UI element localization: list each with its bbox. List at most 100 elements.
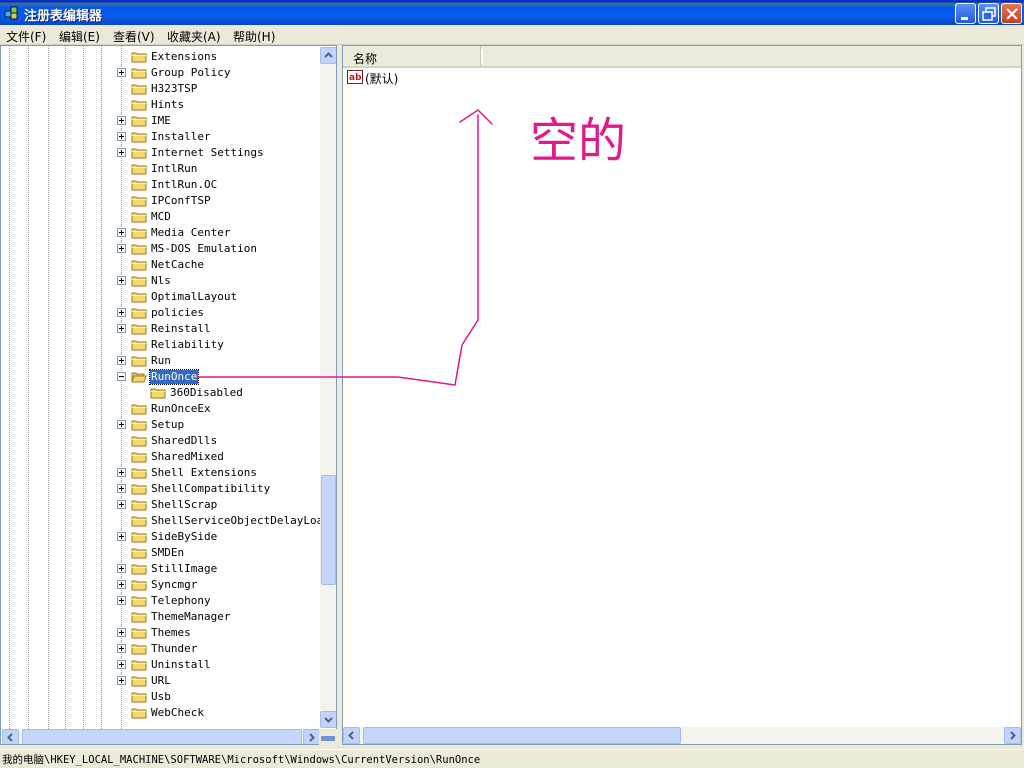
tree-item[interactable]: Uninstall bbox=[1, 657, 321, 673]
tree-item[interactable]: MCD bbox=[1, 209, 321, 225]
tree-item[interactable]: WebCheck bbox=[1, 705, 321, 721]
expand-toggle-icon[interactable] bbox=[117, 484, 126, 493]
tree-item[interactable]: Reinstall bbox=[1, 321, 321, 337]
tree-item[interactable]: ShellServiceObjectDelayLoad bbox=[1, 513, 330, 529]
tree-item[interactable]: Syncmgr bbox=[1, 577, 321, 593]
expand-toggle-icon[interactable] bbox=[117, 244, 126, 253]
key-tree[interactable]: Extensions Group Policy H323TSP Hints IME Ins… bbox=[0, 45, 337, 745]
expand-toggle-icon[interactable] bbox=[117, 500, 126, 509]
folder-icon bbox=[131, 68, 147, 79]
menu-help[interactable]: 帮助(H) bbox=[233, 28, 275, 45]
tree-item[interactable]: OptimalLayout bbox=[1, 289, 321, 305]
tree-item[interactable]: IntlRun.OC bbox=[1, 177, 321, 193]
status-path: 我的电脑\HKEY_LOCAL_MACHINE\SOFTWARE\Microso… bbox=[2, 754, 481, 766]
expand-toggle-icon[interactable] bbox=[117, 564, 126, 573]
restore-button[interactable] bbox=[978, 3, 999, 24]
tree-item[interactable]: IPConfTSP bbox=[1, 193, 321, 209]
menu-view[interactable]: 查看(V) bbox=[113, 28, 155, 45]
menu-edit[interactable]: 编辑(E) bbox=[59, 28, 100, 45]
close-button[interactable] bbox=[1001, 3, 1022, 24]
expand-toggle-icon[interactable] bbox=[117, 468, 126, 477]
scroll-thumb[interactable] bbox=[321, 475, 336, 585]
minimize-button[interactable] bbox=[955, 3, 976, 24]
expand-toggle-icon[interactable] bbox=[117, 596, 126, 605]
expand-toggle-icon[interactable] bbox=[117, 228, 126, 237]
tree-item[interactable]: Telephony bbox=[1, 593, 321, 609]
tree-item-label: SideBySide bbox=[151, 530, 218, 543]
tree-item[interactable]: SMDEn bbox=[1, 545, 321, 561]
menu-bar: 文件(F) 编辑(E) 查看(V) 收藏夹(A) 帮助(H) bbox=[0, 25, 1024, 45]
tree-item[interactable]: Internet Settings bbox=[1, 145, 321, 161]
tree-item-label: NetCache bbox=[151, 258, 204, 271]
tree-item[interactable]: Group Policy bbox=[1, 65, 321, 81]
tree-item[interactable]: ThemeManager bbox=[1, 609, 321, 625]
tree-item[interactable]: Shell Extensions bbox=[1, 465, 321, 481]
expand-toggle-icon[interactable] bbox=[117, 660, 126, 669]
expand-toggle-icon[interactable] bbox=[117, 356, 126, 365]
collapse-toggle-icon[interactable] bbox=[117, 372, 126, 381]
tree-item-label: ThemeManager bbox=[151, 610, 231, 623]
menu-favorites[interactable]: 收藏夹(A) bbox=[167, 28, 221, 45]
tree-item[interactable]: IntlRun bbox=[1, 161, 321, 177]
tree-item[interactable]: RunOnceEx bbox=[1, 401, 321, 417]
tree-item[interactable]: 360Disabled bbox=[1, 385, 321, 401]
tree-item[interactable]: SharedMixed bbox=[1, 449, 321, 465]
list-scroll-left-button[interactable] bbox=[343, 727, 360, 744]
list-scroll-right-button[interactable] bbox=[1004, 727, 1021, 744]
folder-icon bbox=[131, 116, 147, 127]
expand-toggle-icon[interactable] bbox=[117, 532, 126, 541]
tree-item[interactable]: Thunder bbox=[1, 641, 321, 657]
tree-horizontal-scrollbar[interactable] bbox=[2, 729, 320, 744]
tree-item[interactable]: MS-DOS Emulation bbox=[1, 241, 321, 257]
tree-item[interactable]: ShellCompatibility bbox=[1, 481, 321, 497]
expand-toggle-icon[interactable] bbox=[117, 644, 126, 653]
expand-toggle-icon[interactable] bbox=[117, 308, 126, 317]
tree-item[interactable]: Setup bbox=[1, 417, 321, 433]
menu-file[interactable]: 文件(F) bbox=[6, 28, 46, 45]
expand-toggle-icon[interactable] bbox=[117, 132, 126, 141]
value-list[interactable]: 名称 ab (默认) bbox=[342, 45, 1022, 745]
column-divider[interactable] bbox=[481, 49, 483, 64]
expand-toggle-icon[interactable] bbox=[117, 276, 126, 285]
tree-item[interactable]: Media Center bbox=[1, 225, 321, 241]
expand-toggle-icon[interactable] bbox=[117, 676, 126, 685]
scroll-up-button[interactable] bbox=[320, 47, 336, 64]
expand-toggle-icon[interactable] bbox=[117, 324, 126, 333]
tree-item[interactable]: Nls bbox=[1, 273, 321, 289]
tree-item[interactable]: Reliability bbox=[1, 337, 321, 353]
tree-item[interactable]: Themes bbox=[1, 625, 321, 641]
tree-item[interactable]: ShellScrap bbox=[1, 497, 321, 513]
tree-item[interactable]: Run bbox=[1, 353, 321, 369]
tree-item[interactable]: SharedDlls bbox=[1, 433, 321, 449]
column-name-header[interactable]: 名称 bbox=[343, 46, 481, 66]
list-hscroll-thumb[interactable] bbox=[363, 727, 681, 744]
tree-vertical-scrollbar[interactable] bbox=[320, 47, 336, 728]
tree-item[interactable]: Usb bbox=[1, 689, 321, 705]
tree-item[interactable]: Installer bbox=[1, 129, 321, 145]
tree-item[interactable]: URL bbox=[1, 673, 321, 689]
expand-toggle-icon[interactable] bbox=[117, 148, 126, 157]
tree-item[interactable]: NetCache bbox=[1, 257, 321, 273]
title-bar[interactable]: 注册表编辑器 bbox=[0, 0, 1024, 25]
tree-item[interactable]: policies bbox=[1, 305, 321, 321]
tree-item[interactable]: SideBySide bbox=[1, 529, 321, 545]
tree-item[interactable]: IME bbox=[1, 113, 321, 129]
expand-toggle-icon[interactable] bbox=[117, 580, 126, 589]
tree-item[interactable]: StillImage bbox=[1, 561, 321, 577]
tree-item-label: StillImage bbox=[151, 562, 218, 575]
tree-item[interactable]: Hints bbox=[1, 97, 321, 113]
tree-scroll-right-button[interactable] bbox=[303, 729, 320, 744]
scroll-down-button[interactable] bbox=[320, 711, 336, 728]
size-grip[interactable] bbox=[319, 729, 337, 745]
expand-toggle-icon[interactable] bbox=[117, 68, 126, 77]
list-horizontal-scrollbar[interactable] bbox=[343, 727, 1021, 744]
tree-item[interactable]: Extensions bbox=[1, 49, 321, 65]
expand-toggle-icon[interactable] bbox=[117, 628, 126, 637]
expand-toggle-icon[interactable] bbox=[117, 420, 126, 429]
tree-item-label: RunOnceEx bbox=[151, 402, 211, 415]
tree-hscroll-thumb[interactable] bbox=[22, 729, 302, 744]
tree-scroll-left-button[interactable] bbox=[2, 729, 19, 744]
tree-item[interactable]: H323TSP bbox=[1, 81, 321, 97]
expand-toggle-icon[interactable] bbox=[117, 116, 126, 125]
tree-item[interactable]: RunOnce bbox=[1, 369, 321, 385]
